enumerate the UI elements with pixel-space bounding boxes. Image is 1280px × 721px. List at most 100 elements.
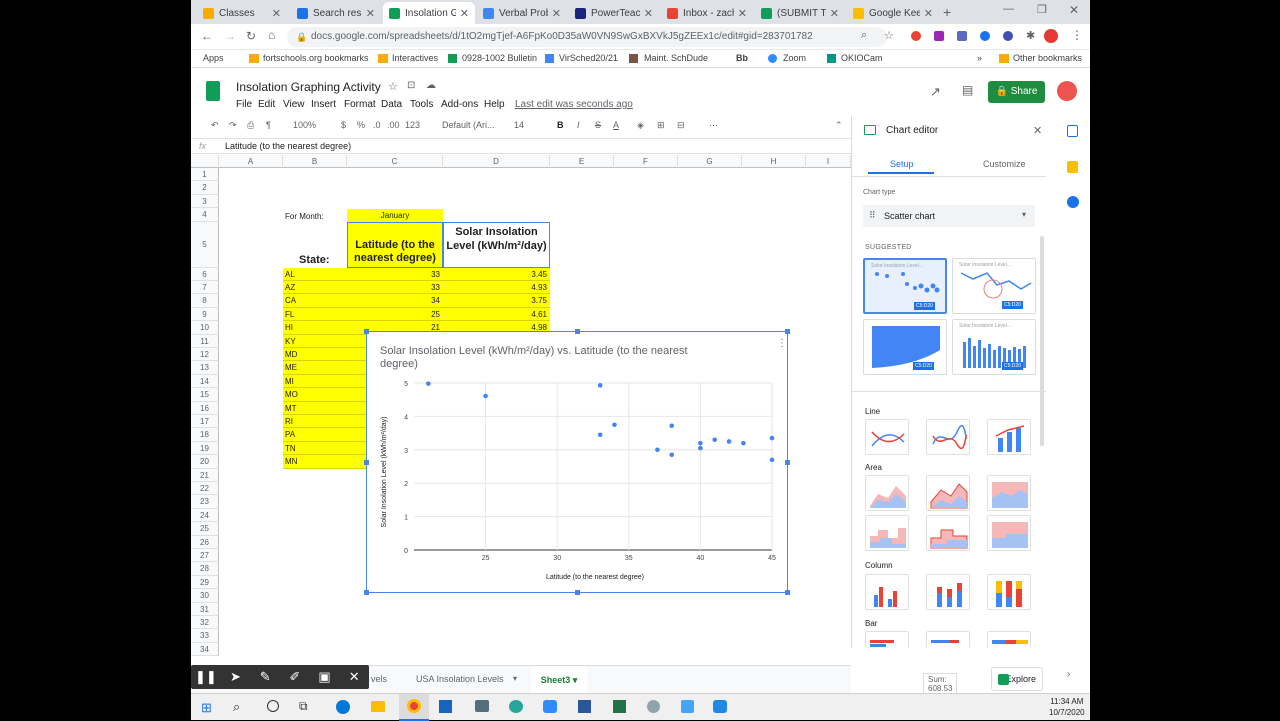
task-view-icon[interactable]: ⧉ xyxy=(299,699,308,714)
bookmark-virsched[interactable]: VirSched20/21 xyxy=(559,53,618,63)
row-header[interactable]: 23 xyxy=(191,495,219,509)
column-header[interactable]: F xyxy=(614,155,678,168)
scatter-chart[interactable]: Solar Insolation Level (kWh/m²/day) vs. … xyxy=(364,329,790,595)
row-header[interactable]: 32 xyxy=(191,616,219,630)
latitude-cell[interactable]: 34 xyxy=(347,294,443,308)
reload-icon[interactable]: ↻ xyxy=(246,29,256,43)
menu-insert[interactable]: Insert xyxy=(311,99,336,110)
minimize-icon[interactable]: — xyxy=(1003,3,1014,15)
row-header[interactable]: 1 xyxy=(191,168,219,182)
column-header[interactable]: H xyxy=(742,155,806,168)
state-cell[interactable]: MN xyxy=(283,455,347,469)
chart-option-stepped-area[interactable] xyxy=(865,515,909,551)
doc-title[interactable]: Insolation Graphing Activity xyxy=(236,80,381,94)
keep-icon[interactable] xyxy=(1067,161,1078,173)
state-cell[interactable]: ME xyxy=(283,361,347,375)
percent-button[interactable]: % xyxy=(357,120,365,130)
state-cell[interactable]: MI xyxy=(283,374,347,389)
currency-button[interactable]: $ xyxy=(341,120,346,130)
tab-customize[interactable]: Customize xyxy=(983,159,1026,169)
formula-input[interactable]: Latitude (to the nearest degree) xyxy=(225,141,351,151)
kebab-menu-icon[interactable]: ⋮ xyxy=(1071,28,1083,42)
chart-option-stacked-stepped[interactable] xyxy=(926,515,970,551)
state-cell[interactable]: RI xyxy=(283,415,347,429)
data-point[interactable] xyxy=(483,393,488,399)
chart-type-select[interactable]: ⠿ Scatter chart ▾ xyxy=(863,205,1035,227)
data-point[interactable] xyxy=(698,440,703,446)
word-icon[interactable] xyxy=(578,700,591,713)
row-header[interactable]: 16 xyxy=(191,401,219,415)
close-icon[interactable]: ✕ xyxy=(552,7,561,20)
pen-icon[interactable]: ✎ xyxy=(250,669,280,685)
state-cell[interactable]: TN xyxy=(283,441,347,456)
bookmark-okiocam[interactable]: OKIOCam xyxy=(841,53,883,63)
column-header[interactable]: D xyxy=(443,155,550,168)
suggested-area-thumb[interactable]: C5:D20 xyxy=(863,319,947,375)
close-icon[interactable]: ✕ xyxy=(738,7,747,20)
bookmark-interactives[interactable]: Interactives xyxy=(392,53,438,63)
state-cell[interactable]: AZ xyxy=(283,281,347,295)
state-cell[interactable]: CA xyxy=(283,294,347,308)
row-header[interactable]: 3 xyxy=(191,194,219,209)
close-icon[interactable]: ✕ xyxy=(830,7,839,20)
close-icon[interactable]: ✕ xyxy=(644,7,653,20)
chart-option-bar[interactable] xyxy=(865,631,909,648)
back-icon[interactable]: ← xyxy=(201,29,213,43)
tab-verbal[interactable]: Verbal Probl✕ xyxy=(477,2,567,24)
tab-submit[interactable]: (SUBMIT TH✕ xyxy=(755,2,845,24)
row-header[interactable]: 5 xyxy=(191,221,219,268)
chart-option-stacked-area[interactable] xyxy=(926,475,970,511)
chrome-taskbar-button[interactable] xyxy=(399,694,429,721)
dropdown-icon[interactable]: ▾ xyxy=(513,674,517,683)
settings-icon[interactable] xyxy=(647,700,660,713)
solar-cell[interactable]: 3.45 xyxy=(443,267,550,281)
home-icon[interactable]: ⌂ xyxy=(268,28,275,42)
extension-icon[interactable] xyxy=(1003,31,1013,41)
tab-classes[interactable]: Classes ✕ xyxy=(197,2,287,24)
row-header[interactable]: 7 xyxy=(191,281,219,295)
menu-file[interactable]: File xyxy=(236,99,252,110)
notes-icon[interactable] xyxy=(681,700,694,713)
account-avatar[interactable] xyxy=(1057,81,1077,101)
data-point[interactable] xyxy=(597,432,603,438)
chart-option-smooth-line[interactable] xyxy=(926,419,970,455)
sheets-logo-icon[interactable] xyxy=(206,81,220,101)
row-header[interactable]: 21 xyxy=(191,468,219,482)
bookmark-bb[interactable]: Bb xyxy=(736,53,748,63)
column-header[interactable]: C xyxy=(347,155,443,168)
resize-handle[interactable] xyxy=(785,460,790,465)
chart-option-100-column[interactable] xyxy=(987,574,1031,610)
row-header[interactable]: 24 xyxy=(191,508,219,523)
data-point[interactable] xyxy=(712,437,718,443)
recorder-app-icon[interactable] xyxy=(713,700,727,713)
edge-icon[interactable] xyxy=(336,700,350,714)
row-header[interactable]: 18 xyxy=(191,428,219,442)
row-header[interactable]: 25 xyxy=(191,522,219,536)
row-header[interactable]: 30 xyxy=(191,589,219,603)
row-header[interactable]: 13 xyxy=(191,361,219,375)
resize-handle[interactable] xyxy=(364,329,369,334)
row-header[interactable]: 34 xyxy=(191,642,219,657)
solar-header[interactable]: Solar Insolation Level (kWh/m²/day) xyxy=(443,222,550,268)
row-header[interactable]: 19 xyxy=(191,441,219,456)
data-point[interactable] xyxy=(741,440,746,446)
close-icon[interactable]: ✕ xyxy=(272,7,281,20)
suggested-line-thumb[interactable]: Solar Insolation Level... C5:D20 xyxy=(952,258,1036,314)
more-icon[interactable]: ⋯ xyxy=(709,120,718,131)
row-header[interactable]: 29 xyxy=(191,575,219,590)
increase-decimal-button[interactable]: .00 xyxy=(387,120,400,130)
search-icon[interactable]: ⌕ xyxy=(233,699,240,715)
data-point[interactable] xyxy=(698,445,703,451)
state-cell[interactable]: FL xyxy=(283,307,347,322)
state-cell[interactable]: PA xyxy=(283,428,347,442)
expand-panel-icon[interactable]: › xyxy=(1067,669,1070,680)
chart-option-stacked-bar[interactable] xyxy=(926,631,970,648)
menu-tools[interactable]: Tools xyxy=(410,99,433,110)
row-header[interactable]: 8 xyxy=(191,294,219,308)
chart-option-stacked-column[interactable] xyxy=(926,574,970,610)
menu-format[interactable]: Format xyxy=(344,99,376,110)
latitude-cell[interactable]: 25 xyxy=(347,307,443,322)
tab-search[interactable]: Search resul✕ xyxy=(291,2,381,24)
resize-handle[interactable] xyxy=(364,460,369,465)
state-cell[interactable]: HI xyxy=(283,321,347,335)
